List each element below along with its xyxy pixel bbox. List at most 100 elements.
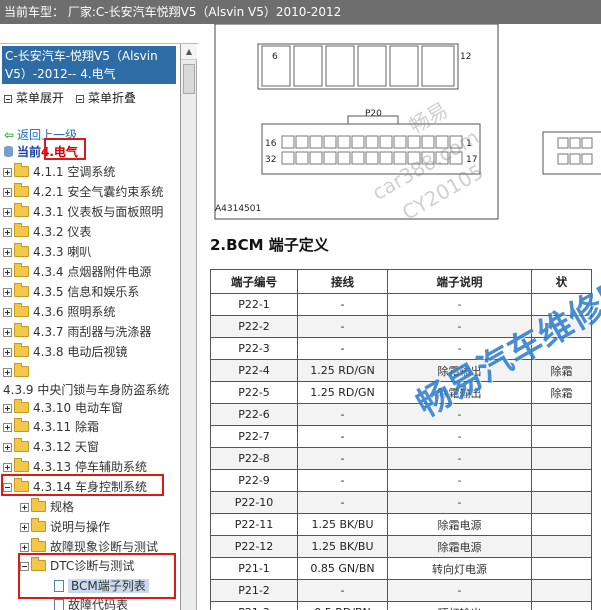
tree-item-4-3-4[interactable]: 4.3.4 点烟器附件电源 [3,262,151,282]
expand-icon[interactable] [3,443,12,452]
table-cell: P21-3 [210,601,298,610]
tree-item-label: 故障代码表 [68,598,129,610]
table-cell: P22-11 [210,513,298,536]
tree-item-label: 说明与操作 [50,520,111,534]
table-cell [531,293,592,316]
tree-item-blank[interactable] [3,362,33,382]
expand-icon[interactable] [3,208,12,217]
table-cell: P22-10 [210,491,298,514]
diagram-label: 6 [272,52,278,62]
expand-icon[interactable] [3,463,12,472]
table-header-cell: 端子说明 [387,269,532,294]
folder-icon [14,243,29,257]
table-cell: P22-12 [210,535,298,558]
table-cell: P21-2 [210,579,298,602]
expand-icon[interactable] [20,543,29,552]
folder-icon [14,323,29,337]
scroll-up-icon[interactable]: ▲ [181,44,197,60]
expand-icon[interactable] [3,228,12,237]
table-row: P21-30.5 RD/BN顶灯输出 [210,601,592,610]
table-row: P22-6- - [210,403,592,426]
tree-item-4-2-1[interactable]: 4.2.1 安全气囊约束系统 [3,182,163,202]
tree-item-4-3-8[interactable]: 4.3.8 电动后视镜 [3,342,127,362]
table-cell: - [387,315,532,338]
tree-item-label: 4.3.6 照明系统 [33,305,116,319]
expand-icon[interactable] [20,523,29,532]
window-title: 当前车型： 厂家:C-长安汽车悦翔V5（Alsvin V5）2010-2012 [4,5,342,19]
tree-item-4-3-9[interactable]: 4.3.9 中央门锁与车身防盗系统 [3,380,169,400]
diagram-label: 17 [466,155,477,165]
table-row: P22-11 1.25 BK/BU 除霜电源 [210,513,592,536]
bcm-terminal-table: 端子编号 接线 端子说明 状 P22-1- - P22-2- - P22-3- - P… [210,269,592,610]
document-icon [54,580,64,592]
tree-item-4-3-7[interactable]: 4.3.7 雨刮器与洗涤器 [3,322,151,342]
table-header-cell: 接线 [297,269,388,294]
table-cell: - [387,447,532,470]
table-row: P21-2- - [210,579,592,602]
tree-item-4-3-3[interactable]: 4.3.3 喇叭 [3,242,91,262]
folder-icon [14,223,29,237]
tree-item-4-3-13[interactable]: 4.3.13 停车辅助系统 [3,457,147,477]
diagram-label: P20 [365,109,382,119]
table-cell: - [297,315,388,338]
tree-item-bcm-terminal-list[interactable]: BCM端子列表 [54,576,149,596]
expand-icon[interactable] [3,268,12,277]
expand-icon[interactable] [3,248,12,257]
tree-item-description[interactable]: 说明与操作 [20,517,110,537]
collapse-icon[interactable] [20,562,29,571]
expand-icon[interactable] [3,328,12,337]
tree-item-label: 4.2.1 安全气囊约束系统 [33,185,164,199]
sidebar-scrollbar[interactable]: ▲ [181,44,197,610]
tree-item-symptom-diagnosis[interactable]: 故障现象诊断与测试 [20,537,158,557]
tree-item-label: 4.3.9 中央门锁与车身防盗系统 [3,383,170,397]
table-cell: P22-1 [210,293,298,316]
tree-item-dtc[interactable]: DTC诊断与测试 [20,556,134,576]
expand-icon[interactable] [3,348,12,357]
table-header-cell: 状 [531,269,592,294]
expand-icon[interactable] [3,188,12,197]
tree-item-4-3-10[interactable]: 4.3.10 电动车窗 [3,398,123,418]
table-row: P22-7- - [210,425,592,448]
table-cell: 除霜输出 [387,359,532,382]
table-cell: P22-5 [210,381,298,404]
table-cell: - [387,491,532,514]
tree-item-4-3-1[interactable]: 4.3.1 仪表板与面板照明 [3,202,163,222]
tree-item-4-3-14[interactable]: 4.3.14 车身控制系统 [3,477,147,497]
tree-item-4-3-2[interactable]: 4.3.2 仪表 [3,222,91,242]
table-cell [531,513,592,536]
expand-icon[interactable] [3,368,12,377]
diagram-label: 1 [466,139,472,149]
tree-item-4-3-11[interactable]: 4.3.11 除霜 [3,417,99,437]
tree-item-4-3-6[interactable]: 4.3.6 照明系统 [3,302,115,322]
folder-icon [14,263,29,277]
table-cell: P22-6 [210,403,298,426]
expand-icon[interactable] [20,503,29,512]
scroll-thumb[interactable] [183,64,195,94]
current-location: 当前4.电气 [4,143,78,160]
expand-menu-button[interactable]: 菜单展开 [4,89,64,106]
expand-icon[interactable] [3,288,12,297]
tree-item-4-3-5[interactable]: 4.3.5 信息和娱乐系 [3,282,139,302]
expand-icon[interactable] [3,404,12,413]
table-cell [531,403,592,426]
back-link[interactable]: ⇦ 返回上一级 [4,126,77,143]
collapse-menu-button[interactable]: 菜单折叠 [76,89,136,106]
database-icon [4,146,13,157]
table-cell: - [387,469,532,492]
table-row: P22-9- - [210,469,592,492]
tree-item-spec[interactable]: 规格 [20,497,74,517]
tree-item-4-1-1[interactable]: 4.1.1 空调系统 [3,162,115,182]
expand-icon[interactable] [3,168,12,177]
tree-item-dtc-table[interactable]: 故障代码表 [54,595,128,610]
table-cell: 转向灯电源 [387,557,532,580]
table-cell [531,491,592,514]
collapse-icon[interactable] [3,483,12,492]
tree-item-4-3-12[interactable]: 4.3.12 天窗 [3,437,99,457]
current-label: 当前 [17,145,42,159]
folder-icon [14,399,29,413]
current-value: 4.电气 [41,145,78,159]
tree-item-label: 规格 [50,500,75,514]
table-cell [531,315,592,338]
expand-icon[interactable] [3,308,12,317]
expand-icon[interactable] [3,423,12,432]
